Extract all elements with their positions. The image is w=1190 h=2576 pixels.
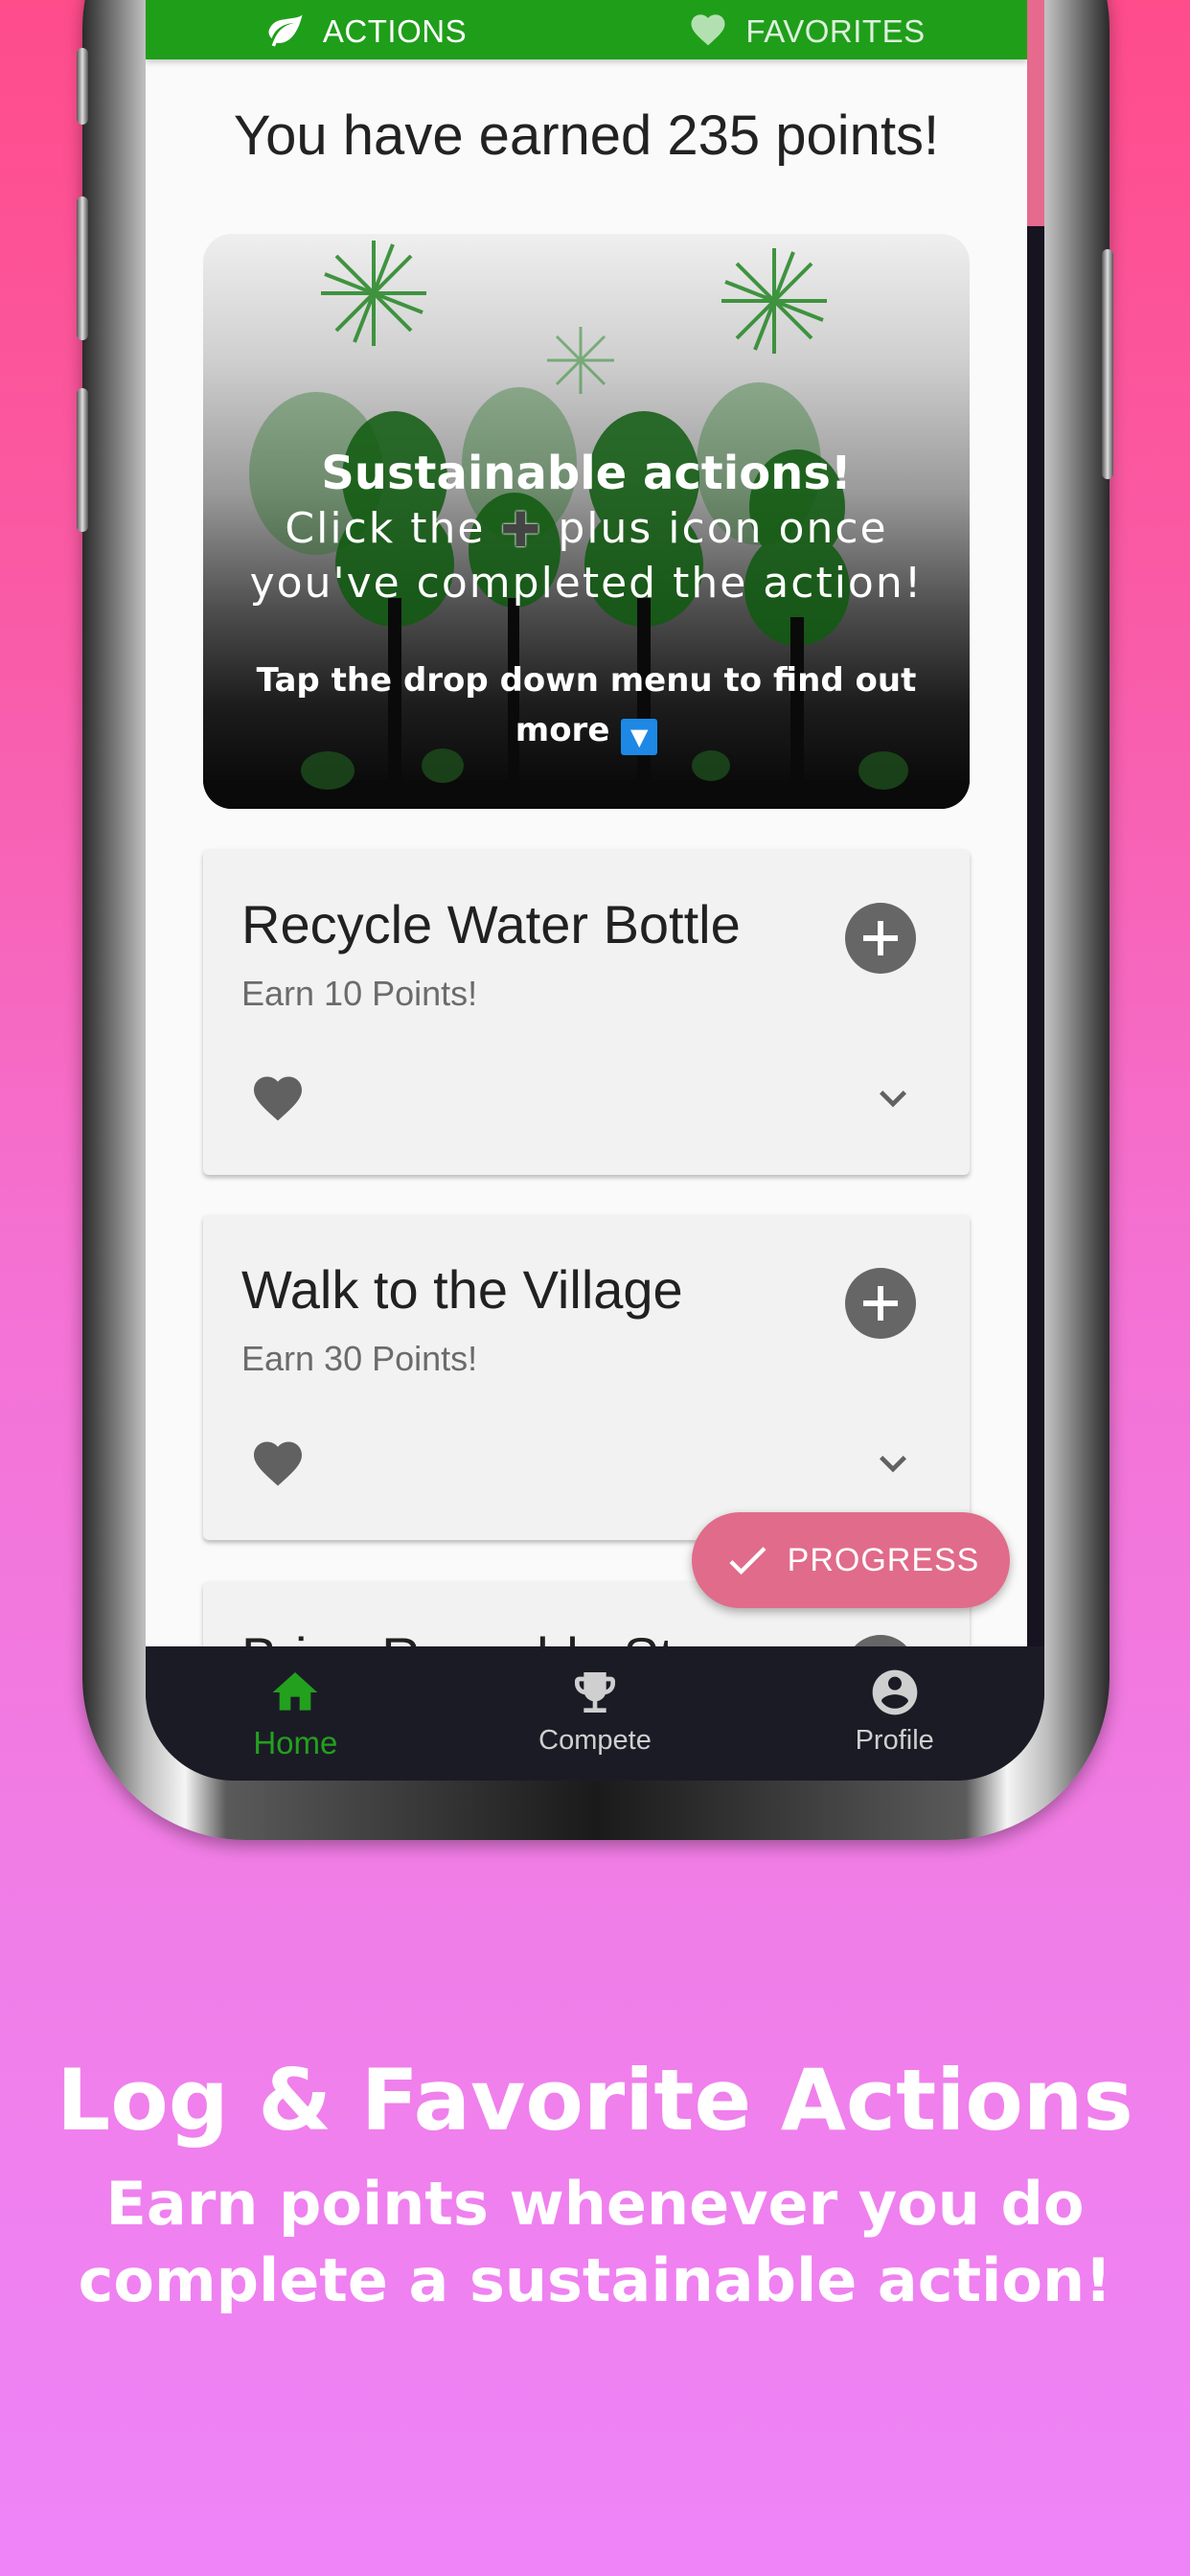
promo-subtitle-line1: Earn points whenever you do xyxy=(105,2169,1085,2239)
nav-home[interactable]: Home xyxy=(146,1666,446,1781)
action-card: Recycle Water Bottle Earn 10 Points! xyxy=(203,849,970,1175)
hero-body-end: plus icon once xyxy=(558,504,888,553)
phone-power-button xyxy=(1102,249,1113,479)
chevron-down-icon xyxy=(880,1091,906,1108)
chevron-down-icon xyxy=(880,1456,906,1473)
phone-screen: ACTIONS FAVORITES You have earned 235 po… xyxy=(146,0,1044,1781)
nav-compete[interactable]: Compete xyxy=(446,1666,745,1781)
leaf-icon xyxy=(268,14,303,47)
expand-button[interactable] xyxy=(866,1437,920,1490)
action-points: Earn 10 Points! xyxy=(241,974,478,1013)
add-action-button[interactable] xyxy=(845,903,916,974)
phone-mute-switch xyxy=(77,48,88,125)
check-icon xyxy=(729,1547,767,1576)
top-tab-bar: ACTIONS FAVORITES xyxy=(146,0,1027,59)
phone-volume-down xyxy=(77,388,88,532)
tab-favorites-label: FAVORITES xyxy=(745,13,926,49)
favorite-button[interactable] xyxy=(249,1435,307,1492)
points-earned-text: You have earned 235 points! xyxy=(233,104,940,167)
hero-banner: Sustainable actions! Click the ✚ plus ic… xyxy=(203,234,970,809)
action-card: Walk to the Village Earn 30 Points! xyxy=(203,1214,970,1540)
hero-body: Click the ✚ plus icon once you've comple… xyxy=(203,502,970,610)
hero-note: Tap the drop down menu to find out more … xyxy=(203,656,970,755)
heart-icon xyxy=(691,14,725,46)
expand-button[interactable] xyxy=(866,1071,920,1125)
account-circle-icon xyxy=(872,1669,918,1715)
plus-icon xyxy=(863,921,898,955)
phone-volume-up xyxy=(77,196,88,340)
edge-strip xyxy=(1027,0,1044,226)
add-action-button[interactable] xyxy=(845,1635,916,1646)
home-icon xyxy=(272,1672,318,1711)
plus-icon: ✚ xyxy=(500,502,543,558)
hero-note-text: Tap the drop down menu to find out more xyxy=(256,661,917,749)
trophy-icon xyxy=(575,1672,615,1713)
plus-icon xyxy=(863,1286,898,1321)
action-title: Bring Reusable Straw xyxy=(241,1625,761,1646)
hero-title: Sustainable actions! xyxy=(321,447,852,500)
promo-subtitle-line2: complete a sustainable action! xyxy=(78,2245,1112,2315)
tab-favorites[interactable]: FAVORITES xyxy=(586,0,1027,59)
action-points: Earn 30 Points! xyxy=(241,1339,478,1378)
progress-button-label: PROGRESS xyxy=(787,1541,980,1578)
nav-profile-label: Profile xyxy=(855,1725,934,1756)
bottom-navigation: Home Compete Profile xyxy=(146,1646,1044,1781)
favorite-button[interactable] xyxy=(249,1070,307,1127)
action-title: Recycle Water Bottle xyxy=(241,894,741,954)
promo-title: Log & Favorite Actions xyxy=(57,2051,1133,2150)
nav-compete-label: Compete xyxy=(538,1725,652,1756)
action-title: Walk to the Village xyxy=(241,1259,683,1320)
tab-actions[interactable]: ACTIONS xyxy=(146,0,586,59)
progress-button[interactable]: PROGRESS xyxy=(692,1512,1010,1608)
heart-icon xyxy=(254,1441,302,1486)
app-content: ACTIONS FAVORITES You have earned 235 po… xyxy=(146,0,1027,1646)
nav-profile[interactable]: Profile xyxy=(744,1666,1044,1781)
hero-body-start: Click the xyxy=(285,504,486,553)
heart-icon xyxy=(254,1076,302,1121)
tab-actions-label: ACTIONS xyxy=(322,13,468,49)
add-action-button[interactable] xyxy=(845,1268,916,1339)
down-arrow-icon: ▼ xyxy=(621,719,658,755)
nav-home-label: Home xyxy=(253,1725,338,1760)
plus-icon xyxy=(845,1635,916,1646)
hero-body-line2: you've completed the action! xyxy=(249,559,924,608)
promo-subtitle: Earn points whenever you do complete a s… xyxy=(0,2166,1190,2319)
